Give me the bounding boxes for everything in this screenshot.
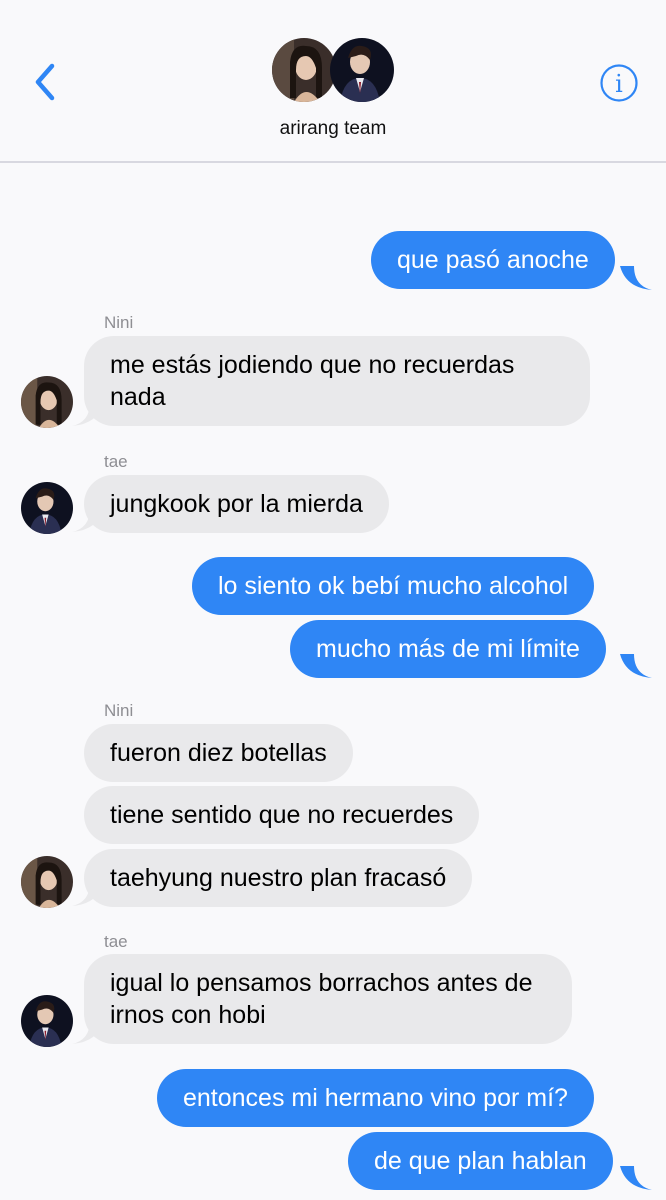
incoming-message[interactable]: jungkook por la mierda	[84, 475, 389, 533]
bubble-tail	[72, 882, 104, 906]
outgoing-message[interactable]: de que plan hablan	[348, 1132, 613, 1190]
bubble-tail	[72, 402, 104, 426]
sender-label: Nini	[104, 701, 134, 720]
group-avatars[interactable]	[272, 38, 396, 104]
tae-avatar	[330, 38, 394, 102]
bubble-tail	[620, 266, 652, 290]
nini-avatar	[21, 376, 73, 428]
incoming-message[interactable]: igual lo pensamos borrachos antes de irn…	[84, 954, 572, 1044]
sender-label: Nini	[104, 313, 134, 332]
chevron-left-icon	[35, 63, 55, 101]
bubble-tail	[620, 1166, 652, 1190]
group-name[interactable]: arirang team	[0, 118, 666, 140]
outgoing-message[interactable]: mucho más de mi límite	[290, 620, 606, 678]
bubble-tail	[620, 654, 652, 678]
incoming-message[interactable]: taehyung nuestro plan fracasó	[84, 849, 473, 907]
tae-avatar	[21, 995, 73, 1047]
tae-avatar	[21, 482, 73, 534]
incoming-message[interactable]: fueron diez botellas	[84, 724, 353, 782]
outgoing-message[interactable]: entonces mi hermano vino por mí?	[157, 1069, 594, 1127]
bubble-tail	[72, 1020, 104, 1044]
outgoing-message[interactable]: lo siento ok bebí mucho alcohol	[192, 557, 595, 615]
sender-label: tae	[104, 452, 128, 471]
incoming-message[interactable]: me estás jodiendo que no recuerdas nada	[84, 336, 590, 426]
info-button[interactable]: i	[599, 63, 639, 103]
svg-text:i: i	[615, 70, 623, 98]
outgoing-message[interactable]: que pasó anoche	[371, 231, 615, 289]
back-button[interactable]	[28, 60, 68, 104]
incoming-message[interactable]: tiene sentido que no recuerdes	[84, 786, 480, 844]
chat-header: arirang team i	[0, 0, 666, 163]
nini-avatar	[21, 856, 73, 908]
sender-label: tae	[104, 932, 128, 951]
bubble-tail	[72, 508, 104, 532]
nini-avatar	[272, 38, 336, 102]
info-circle-icon: i	[600, 64, 638, 102]
